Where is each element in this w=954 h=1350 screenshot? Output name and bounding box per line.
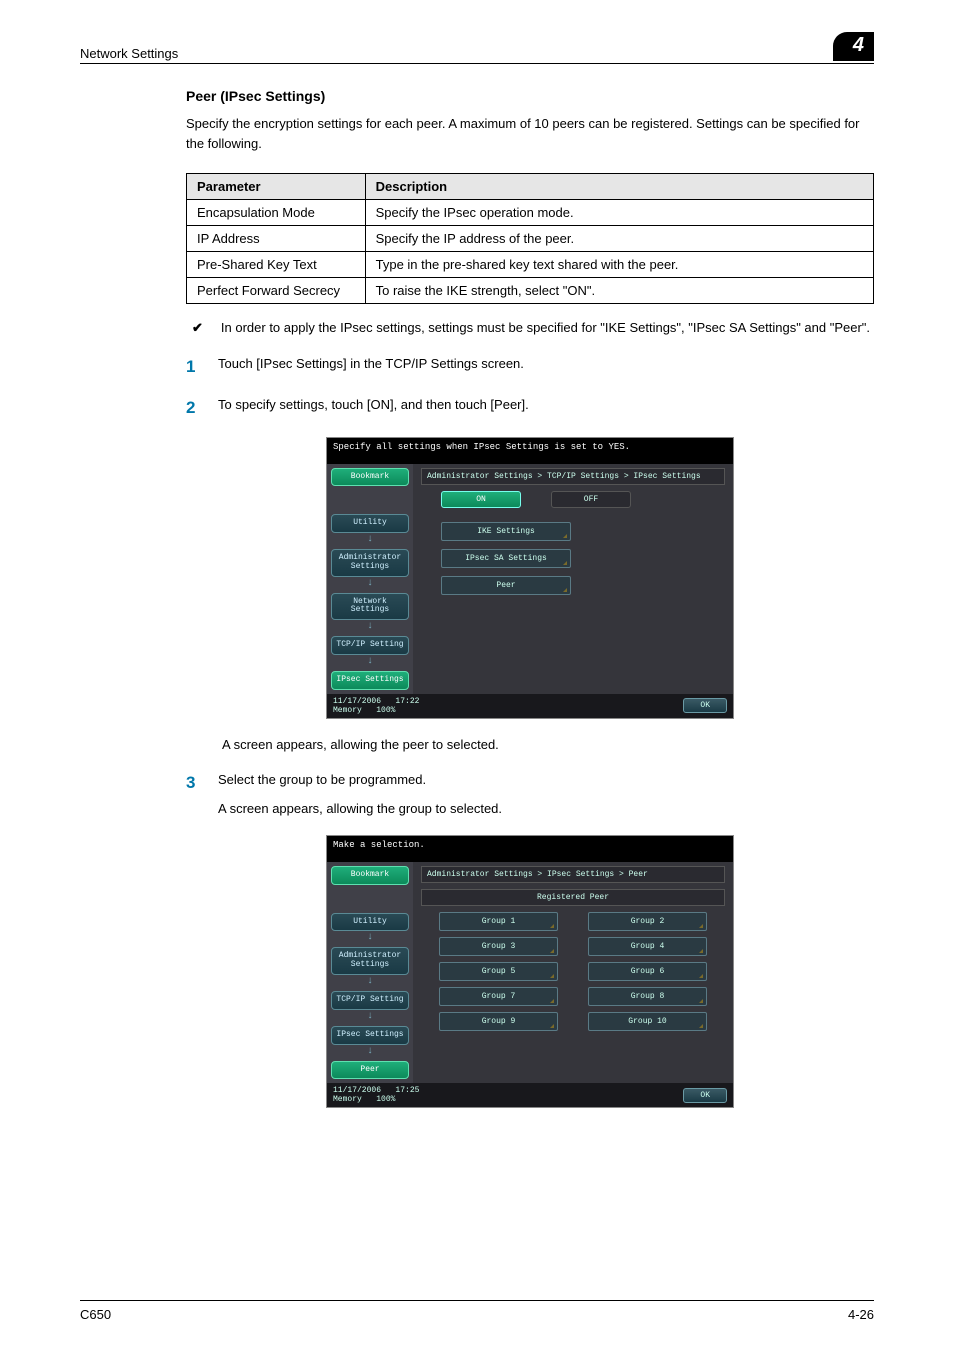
step-3: 3 Select the group to be programmed. A s…	[186, 770, 874, 819]
arrow-down-icon: ↓	[331, 579, 409, 589]
page-footer: C650 4-26	[80, 1300, 874, 1322]
table-header: Parameter	[187, 174, 366, 200]
check-note: ✔ In order to apply the IPsec settings, …	[186, 318, 874, 338]
step-text: To specify settings, touch [ON], and the…	[218, 395, 874, 421]
ipsec-settings-button[interactable]: IPsec Settings	[331, 671, 409, 690]
status-date: 11/17/2006	[333, 1086, 381, 1095]
ok-button[interactable]: OK	[683, 698, 727, 713]
table-row: Pre-Shared Key TextType in the pre-share…	[187, 252, 874, 278]
group-button[interactable]: Group 6	[588, 962, 707, 981]
page-header: Network Settings 4	[80, 32, 874, 64]
arrow-down-icon: ↓	[331, 535, 409, 545]
utility-button[interactable]: Utility	[331, 913, 409, 932]
step-2: 2 To specify settings, touch [ON], and t…	[186, 395, 874, 421]
network-settings-button[interactable]: Network Settings	[331, 593, 409, 621]
step-number: 3	[186, 770, 200, 819]
group-button[interactable]: Group 3	[439, 937, 558, 956]
group-button[interactable]: Group 2	[588, 912, 707, 931]
group-button[interactable]: Group 7	[439, 987, 558, 1006]
check-icon: ✔	[192, 318, 203, 338]
group-button[interactable]: Group 4	[588, 937, 707, 956]
registered-peer-header: Registered Peer	[421, 889, 725, 906]
footer-left: C650	[80, 1307, 111, 1322]
table-row: IP AddressSpecify the IP address of the …	[187, 226, 874, 252]
arrow-down-icon: ↓	[331, 933, 409, 943]
table-row: Encapsulation ModeSpecify the IPsec oper…	[187, 200, 874, 226]
group-button[interactable]: Group 5	[439, 962, 558, 981]
step-1: 1 Touch [IPsec Settings] in the TCP/IP S…	[186, 354, 874, 380]
instruction-bar: Specify all settings when IPsec Settings…	[327, 438, 733, 464]
ipsec-sa-settings-button[interactable]: IPsec SA Settings	[441, 549, 571, 568]
status-bar: 11/17/2006 17:22 Memory 100% OK	[327, 694, 733, 718]
arrow-down-icon: ↓	[331, 622, 409, 632]
status-mem-value: 100%	[376, 706, 395, 715]
arrow-down-icon: ↓	[331, 1012, 409, 1022]
group-button[interactable]: Group 10	[588, 1012, 707, 1031]
intro-paragraph: Specify the encryption settings for each…	[186, 114, 874, 153]
main-panel: Administrator Settings > TCP/IP Settings…	[413, 464, 733, 694]
status-mem-label: Memory	[333, 1095, 362, 1104]
utility-button[interactable]: Utility	[331, 514, 409, 533]
arrow-down-icon: ↓	[331, 977, 409, 987]
main-panel: Administrator Settings > IPsec Settings …	[413, 862, 733, 1084]
note-text: In order to apply the IPsec settings, se…	[221, 318, 870, 338]
status-date: 11/17/2006	[333, 697, 381, 706]
status-mem-label: Memory	[333, 706, 362, 715]
arrow-down-icon: ↓	[331, 1047, 409, 1057]
arrow-down-icon: ↓	[331, 657, 409, 667]
peer-button[interactable]: Peer	[441, 576, 571, 595]
section-name: Network Settings	[80, 46, 178, 61]
peer-button[interactable]: Peer	[331, 1061, 409, 1080]
table-row: Perfect Forward SecrecyTo raise the IKE …	[187, 278, 874, 304]
step-result: A screen appears, allowing the peer to s…	[222, 737, 874, 752]
status-mem-value: 100%	[376, 1095, 395, 1104]
admin-settings-button[interactable]: Administrator Settings	[331, 947, 409, 975]
status-time: 17:25	[395, 1086, 419, 1095]
step-number: 1	[186, 354, 200, 380]
screenshot-peer-groups: Make a selection. Bookmark Utility ↓ Adm…	[326, 835, 734, 1109]
tcpip-setting-button[interactable]: TCP/IP Setting	[331, 636, 409, 655]
footer-right: 4-26	[848, 1307, 874, 1322]
bookmark-button[interactable]: Bookmark	[331, 468, 409, 487]
breadcrumb: Administrator Settings > TCP/IP Settings…	[421, 468, 725, 485]
screenshot-ipsec-settings: Specify all settings when IPsec Settings…	[326, 437, 734, 719]
sidebar: Bookmark Utility ↓ Administrator Setting…	[327, 464, 413, 694]
tcpip-setting-button[interactable]: TCP/IP Setting	[331, 991, 409, 1010]
status-time: 17:22	[395, 697, 419, 706]
off-toggle[interactable]: OFF	[551, 491, 631, 508]
parameter-table: Parameter Description Encapsulation Mode…	[186, 173, 874, 304]
bookmark-button[interactable]: Bookmark	[331, 866, 409, 885]
group-grid: Group 1 Group 2 Group 3 Group 4 Group 5 …	[421, 912, 725, 1039]
step-result: A screen appears, allowing the group to …	[218, 799, 874, 819]
step-text: Touch [IPsec Settings] in the TCP/IP Set…	[218, 354, 874, 380]
breadcrumb: Administrator Settings > IPsec Settings …	[421, 866, 725, 883]
sidebar: Bookmark Utility ↓ Administrator Setting…	[327, 862, 413, 1084]
instruction-bar: Make a selection.	[327, 836, 733, 862]
group-button[interactable]: Group 8	[588, 987, 707, 1006]
ok-button[interactable]: OK	[683, 1088, 727, 1103]
section-heading: Peer (IPsec Settings)	[186, 88, 874, 104]
admin-settings-button[interactable]: Administrator Settings	[331, 549, 409, 577]
step-number: 2	[186, 395, 200, 421]
ipsec-settings-button[interactable]: IPsec Settings	[331, 1026, 409, 1045]
on-toggle[interactable]: ON	[441, 491, 521, 508]
step-text: Select the group to be programmed.	[218, 770, 874, 790]
status-bar: 11/17/2006 17:25 Memory 100% OK	[327, 1083, 733, 1107]
table-header: Description	[365, 174, 873, 200]
ike-settings-button[interactable]: IKE Settings	[441, 522, 571, 541]
chapter-number: 4	[833, 32, 874, 61]
group-button[interactable]: Group 1	[439, 912, 558, 931]
group-button[interactable]: Group 9	[439, 1012, 558, 1031]
